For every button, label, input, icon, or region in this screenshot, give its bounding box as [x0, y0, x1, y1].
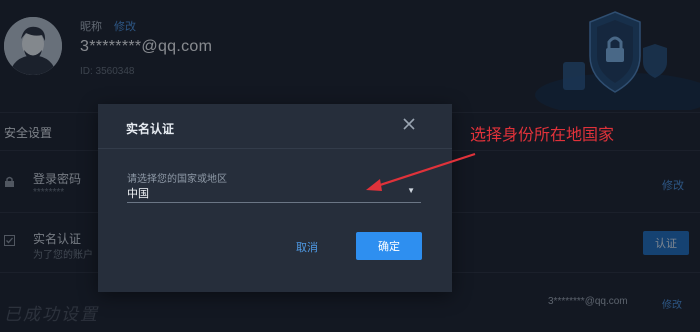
- country-select-value: 中国: [127, 188, 149, 200]
- annotation-text: 选择身份所在地国家: [470, 127, 615, 144]
- annotation-arrow: [366, 152, 476, 191]
- confirm-button[interactable]: 确定: [356, 232, 422, 260]
- close-icon[interactable]: [398, 113, 420, 135]
- dialog-title: 实名认证: [126, 122, 175, 136]
- dialog-divider: [98, 148, 452, 149]
- real-name-dialog: 实名认证 请选择您的国家或地区 中国 ▼ 取消 确定: [98, 104, 452, 292]
- cancel-button[interactable]: 取消: [296, 239, 318, 255]
- country-field-label: 请选择您的国家或地区: [127, 174, 227, 185]
